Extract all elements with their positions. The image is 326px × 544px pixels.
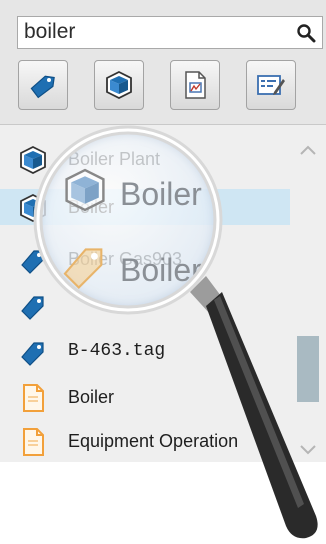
scrollbar[interactable] bbox=[297, 124, 319, 462]
chevron-down-icon[interactable] bbox=[297, 442, 319, 458]
list-item-label: Boiler Plant bbox=[68, 149, 161, 169]
document-filter-button[interactable] bbox=[170, 60, 220, 110]
list-item-label: Boiler bbox=[68, 387, 115, 407]
cube-icon bbox=[106, 70, 132, 100]
tag-icon bbox=[21, 296, 44, 320]
tag-filter-button[interactable] bbox=[18, 60, 68, 110]
scrollbar-thumb[interactable] bbox=[297, 336, 319, 402]
cube-icon bbox=[20, 145, 46, 175]
search-icon[interactable] bbox=[296, 23, 316, 43]
list-item[interactable]: B-463.tag bbox=[0, 333, 290, 369]
document-icon bbox=[23, 428, 44, 456]
list-item[interactable]: Boiler Plant bbox=[0, 141, 290, 177]
object-filter-button[interactable] bbox=[94, 60, 144, 110]
list-item[interactable]: Equipment Operation bbox=[0, 423, 290, 459]
search-input[interactable] bbox=[24, 20, 294, 44]
chevron-up-icon[interactable] bbox=[297, 142, 319, 158]
search-box[interactable] bbox=[17, 16, 323, 49]
list-item-label: Boiler bbox=[68, 197, 115, 217]
list-item[interactable] bbox=[0, 287, 290, 323]
document-icon bbox=[185, 71, 206, 99]
tag-icon bbox=[30, 75, 55, 99]
list-item[interactable]: Boiler bbox=[0, 379, 290, 415]
document-icon bbox=[23, 384, 44, 412]
form-edit-icon bbox=[257, 75, 285, 95]
cube-icon bbox=[20, 193, 46, 223]
form-filter-button[interactable] bbox=[246, 60, 296, 110]
search-panel: Boiler Plant Boiler Boiler Gas903 bbox=[0, 0, 326, 462]
tag-icon bbox=[21, 250, 44, 274]
list-item[interactable]: Boiler bbox=[0, 189, 290, 225]
list-item-label: B-463.tag bbox=[68, 341, 166, 361]
tag-icon bbox=[21, 342, 44, 366]
results-list: Boiler Plant Boiler Boiler Gas903 B-463.… bbox=[0, 124, 326, 462]
list-item[interactable]: Boiler Gas903 bbox=[0, 241, 290, 277]
list-item-label: Equipment Operation bbox=[68, 431, 239, 451]
list-item-label: Boiler Gas903 bbox=[68, 249, 183, 269]
